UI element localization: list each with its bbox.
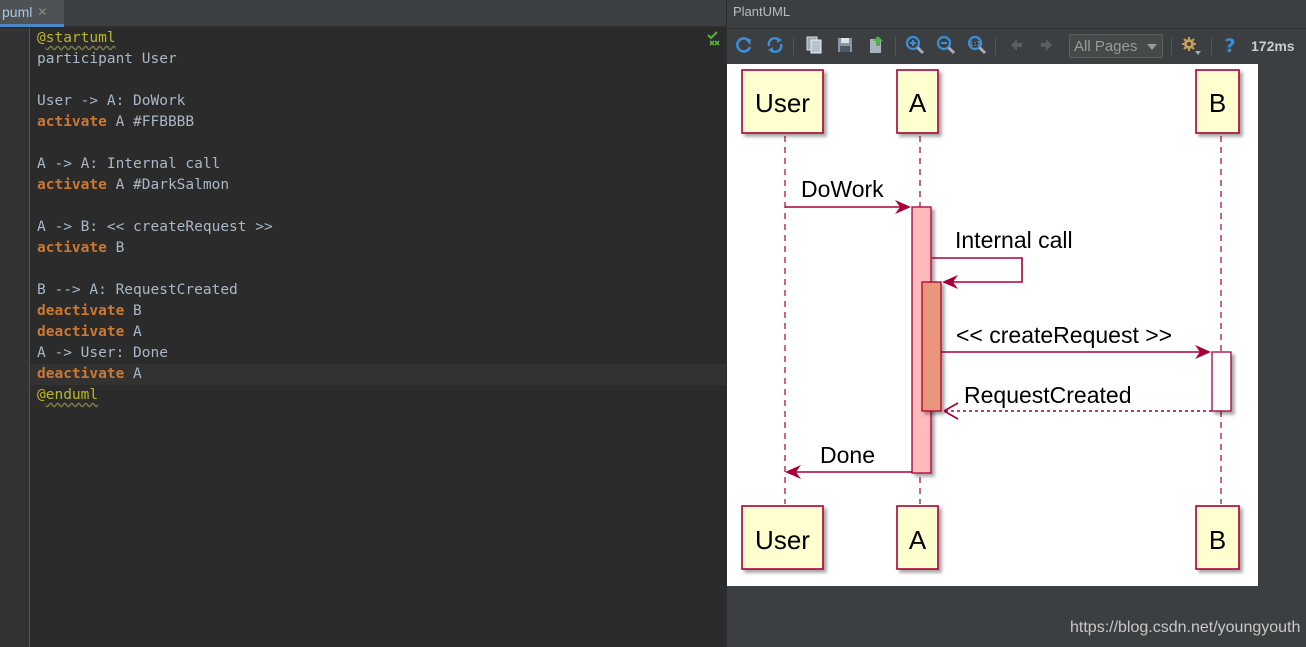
code-token: A	[124, 324, 142, 340]
code-token: A -> User: Done	[37, 345, 168, 361]
code-token: activate	[37, 240, 107, 256]
code-token: enduml	[45, 387, 99, 403]
participant-b-top: B	[1195, 69, 1240, 134]
code-token: B --> A: RequestCreated	[37, 282, 238, 298]
pages-select-value: All Pages	[1074, 37, 1138, 55]
message-create-request: << createRequest >>	[941, 322, 1211, 359]
code-line[interactable]: deactivate A	[37, 364, 142, 385]
message-internal-call: Internal call	[932, 227, 1073, 289]
pages-select[interactable]: All Pages	[1069, 34, 1163, 58]
code-editor[interactable]: puml ✕ @startuml participant User User -> …	[0, 0, 726, 647]
message-done: Done	[785, 442, 912, 479]
svg-text:?: ?	[1224, 35, 1235, 55]
refresh-icon[interactable]	[733, 34, 755, 56]
participant-b-label: B	[1209, 88, 1226, 118]
code-token: activate	[37, 177, 107, 193]
participant-user-label: User	[755, 88, 810, 118]
code-line[interactable]: B --> A: RequestCreated	[37, 280, 238, 301]
reload-icon[interactable]	[764, 34, 786, 56]
code-token: B	[106, 240, 125, 256]
participant-a-label: A	[909, 88, 927, 118]
message-internal-call-label: Internal call	[955, 227, 1073, 253]
activation-a-nested	[921, 281, 942, 412]
code-line[interactable]: deactivate A	[37, 322, 142, 343]
check-icon	[707, 31, 720, 46]
watermark-text: https://blog.csdn.net/youngyouth	[1070, 619, 1301, 636]
editor-tab[interactable]: puml ✕	[0, 0, 64, 27]
participant-a-bottom: A	[896, 505, 939, 570]
close-icon[interactable]: ✕	[37, 6, 47, 18]
render-time: 172ms	[1251, 38, 1295, 54]
participant-user-bottom-label: User	[755, 525, 810, 555]
code-line[interactable]: A -> User: Done	[37, 343, 168, 364]
sequence-diagram: User A B DoWork Internal call << createR…	[727, 64, 1258, 586]
message-dowork-label: DoWork	[801, 176, 884, 202]
message-done-label: Done	[820, 442, 875, 468]
code-line[interactable]: activate A #FFBBBB	[37, 112, 194, 133]
code-token: activate	[37, 114, 107, 130]
code-token: A -> A: Internal call	[37, 156, 221, 172]
zoom-out-icon[interactable]	[935, 34, 957, 56]
line-gutter	[0, 28, 30, 647]
message-create-request-label: << createRequest >>	[956, 322, 1172, 348]
participant-a-top: A	[896, 69, 939, 134]
code-token: User -> A: DoWork	[37, 93, 186, 109]
zoom-actual-icon[interactable]: 1:1	[966, 34, 988, 56]
code-token: participant User	[37, 51, 177, 67]
code-line[interactable]: activate A #DarkSalmon	[37, 175, 229, 196]
message-request-created-label: RequestCreated	[964, 382, 1132, 408]
plantuml-toolbar: 1:1 All Pages ? 172ms	[727, 28, 1306, 62]
code-line[interactable]: A -> A: Internal call	[37, 154, 220, 175]
code-line[interactable]: activate B	[37, 238, 124, 259]
chevron-down-icon	[1147, 44, 1157, 50]
participant-b-bottom: B	[1195, 505, 1240, 570]
copy-icon[interactable]	[803, 34, 825, 56]
code-line[interactable]: A -> B: << createRequest >>	[37, 217, 273, 238]
code-line[interactable]: @startuml	[37, 28, 116, 49]
save-icon[interactable]	[834, 34, 856, 56]
participant-b-bottom-label: B	[1209, 525, 1226, 555]
message-dowork: DoWork	[785, 176, 911, 214]
zoom-in-icon[interactable]	[904, 34, 926, 56]
code-token: @	[37, 30, 46, 46]
code-area[interactable]: @startuml participant User User -> A: DoWo…	[30, 28, 726, 647]
code-line[interactable]: User -> A: DoWork	[37, 91, 185, 112]
message-request-created: RequestCreated	[943, 382, 1212, 420]
settings-icon[interactable]	[1180, 34, 1202, 56]
code-line[interactable]: participant User	[37, 49, 177, 70]
back-icon[interactable]	[1005, 34, 1027, 56]
code-token: A -> B: << createRequest >>	[37, 219, 273, 235]
code-token: A	[124, 366, 142, 382]
code-token: deactivate	[37, 324, 125, 340]
activation-b	[1211, 351, 1232, 412]
diagram-canvas: User A B DoWork Internal call << createR…	[741, 69, 1240, 570]
editor-tab-label: puml	[2, 4, 33, 20]
panel-title: PlantUML	[733, 4, 791, 19]
export-icon[interactable]	[865, 34, 887, 56]
code-token: B	[124, 303, 142, 319]
code-line[interactable]: @enduml	[37, 385, 98, 406]
code-token: A #DarkSalmon	[106, 177, 230, 193]
participant-user-bottom: User	[741, 505, 824, 570]
svg-text:1:1: 1:1	[969, 40, 982, 48]
code-token: A #FFBBBB	[106, 114, 195, 130]
forward-icon[interactable]	[1036, 34, 1058, 56]
editor-tab-bar: puml ✕	[0, 0, 726, 27]
code-token: deactivate	[37, 303, 125, 319]
code-token: startuml	[45, 30, 116, 46]
code-line[interactable]: deactivate B	[37, 301, 142, 322]
plantuml-panel: PlantUML 1:1 All Pages ? 172ms User A B …	[726, 0, 1306, 647]
help-icon[interactable]: ?	[1219, 34, 1241, 56]
participant-user-top: User	[741, 69, 824, 134]
participant-a-bottom-label: A	[909, 525, 927, 555]
code-token: deactivate	[37, 366, 125, 382]
code-token: @	[37, 387, 46, 403]
